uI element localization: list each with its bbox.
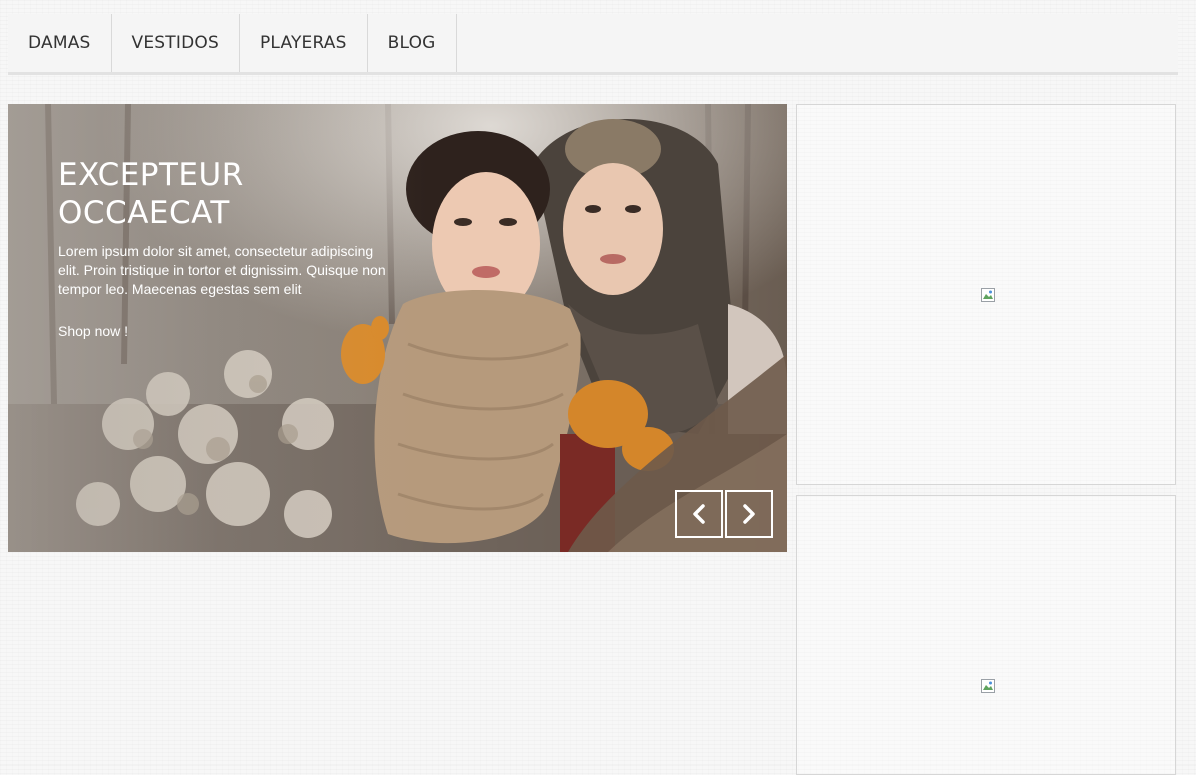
broken-image-icon xyxy=(981,679,995,693)
nav-item-blog[interactable]: BLOG xyxy=(368,14,457,72)
slide-caption: EXCEPTEUR OCCAECAT Lorem ipsum dolor sit… xyxy=(58,156,398,340)
slide-description: Lorem ipsum dolor sit amet, consectetur … xyxy=(58,243,386,297)
side-banner-bottom[interactable] xyxy=(796,495,1176,775)
slider-next-button[interactable] xyxy=(725,490,773,538)
slider-controls xyxy=(675,490,773,538)
broken-image-icon xyxy=(981,288,995,302)
hero-slider: EXCEPTEUR OCCAECAT Lorem ipsum dolor sit… xyxy=(8,104,787,552)
nav-item-playeras[interactable]: PLAYERAS xyxy=(240,14,368,72)
side-banner-top[interactable] xyxy=(796,104,1176,485)
chevron-right-icon xyxy=(743,504,755,524)
slider-prev-button[interactable] xyxy=(675,490,723,538)
chevron-left-icon xyxy=(693,504,705,524)
nav-item-damas[interactable]: DAMAS xyxy=(8,14,112,72)
slide-title: EXCEPTEUR OCCAECAT xyxy=(58,157,244,231)
shop-now-link[interactable]: Shop now ! xyxy=(58,323,128,339)
nav-item-vestidos[interactable]: VESTIDOS xyxy=(112,14,240,72)
main-navigation: DAMAS VESTIDOS PLAYERAS BLOG xyxy=(8,14,1178,75)
